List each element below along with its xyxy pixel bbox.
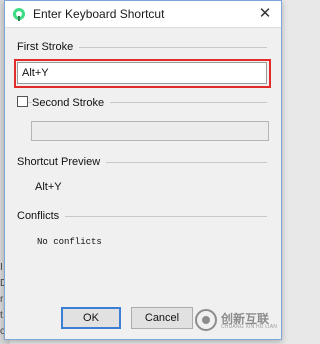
first-stroke-input[interactable] xyxy=(17,62,267,84)
shortcut-preview-heading: Shortcut Preview xyxy=(17,156,107,168)
background-text-fragment: I xyxy=(0,262,3,273)
first-stroke-heading: First Stroke xyxy=(17,41,80,53)
conflicts-heading: Conflicts xyxy=(17,210,66,222)
shortcut-preview-value: Alt+Y xyxy=(35,181,62,193)
close-icon: ✕ xyxy=(258,5,272,22)
keyboard-shortcut-dialog: Enter Keyboard Shortcut ✕ First Stroke S… xyxy=(4,0,282,340)
watermark-subtext: CHUANG XIN HU LIAN xyxy=(221,324,278,330)
dialog-titlebar: Enter Keyboard Shortcut ✕ xyxy=(5,1,281,28)
background-text-fragment: t xyxy=(0,310,3,321)
second-stroke-checkbox[interactable] xyxy=(17,96,28,107)
close-button[interactable]: ✕ xyxy=(253,2,277,26)
second-stroke-label[interactable]: Second Stroke xyxy=(32,97,111,109)
android-studio-icon xyxy=(13,8,25,21)
dialog-title: Enter Keyboard Shortcut xyxy=(33,7,165,21)
conflicts-value: No conflicts xyxy=(37,237,102,247)
ok-button[interactable]: OK xyxy=(61,307,121,329)
cancel-button[interactable]: Cancel xyxy=(131,307,193,329)
second-stroke-input[interactable] xyxy=(31,121,269,141)
watermark-logo-icon xyxy=(195,309,217,331)
